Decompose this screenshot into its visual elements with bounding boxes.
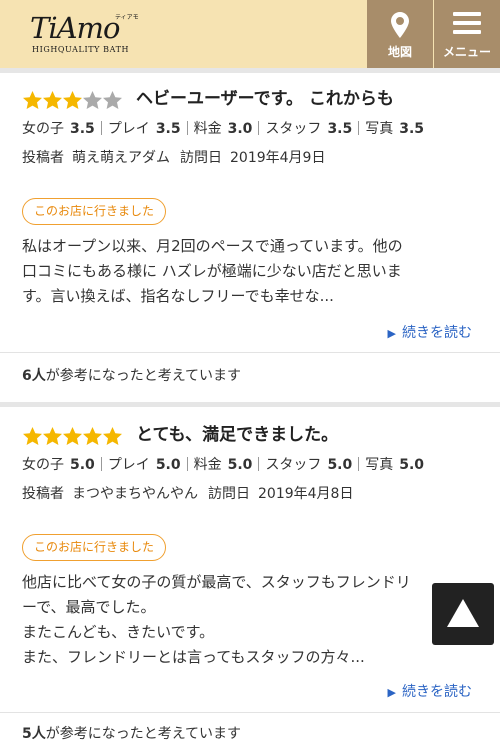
score-breakdown: 女の子 5.0 プレイ 5.0 料金 5.0 スタッフ 5.0 写真 5.0	[22, 456, 424, 474]
visited-badge: このお店に行きました	[22, 534, 167, 561]
review-body-line: 私はオープン以来、月2回のペースで通っています。他の	[22, 237, 403, 255]
score-play: プレイ 3.5	[107, 121, 181, 137]
star-filled-icon	[43, 91, 62, 109]
visit-label: 訪問日	[208, 486, 250, 502]
star-empty-icon	[83, 91, 102, 109]
review-card: ヘビーユーザーです。 これからも 女の子 3.5 プレイ 3.5 料金 3.0 スタッフ 3.…	[0, 89, 500, 400]
review-body: 私はオープン以来、月2回のペースで通っています。他の 口コミにもある様に ハズレ…	[22, 234, 472, 309]
divider	[0, 352, 500, 353]
score-girl: 女の子 3.5	[22, 121, 95, 137]
map-pin-icon	[391, 12, 409, 38]
score-staff: スタッフ 3.5	[265, 121, 353, 137]
map-button-label: 地図	[387, 45, 412, 59]
poster-name: 萌え萌えアダム	[72, 150, 170, 166]
poster-label: 投稿者	[22, 150, 64, 166]
divider	[0, 712, 500, 713]
score-staff: スタッフ 5.0	[265, 457, 353, 473]
visit-date: 2019年4月8日	[258, 486, 354, 502]
visit-label: 訪問日	[180, 150, 222, 166]
review-body-line: またこんども、きたいです。	[22, 623, 215, 641]
star-filled-icon	[43, 427, 62, 445]
site-header: TiAmo ティアモ HIGHQUALITY BATH 地図 メニュー	[0, 0, 500, 68]
review-title: ヘビーユーザーです。 これからも	[136, 89, 394, 109]
review-body-line: 他店に比べて女の子の質が最高で、スタッフもフレンドリ	[22, 573, 411, 591]
helpful-count: 5人が参考になったと考えています	[22, 726, 242, 742]
triangle-right-icon: ▶	[387, 686, 396, 699]
star-filled-icon	[83, 427, 102, 445]
hamburger-icon	[453, 12, 481, 34]
score-photo: 写真 3.5	[365, 121, 425, 137]
star-rating	[22, 426, 122, 448]
scroll-to-top-button[interactable]	[432, 583, 494, 645]
helpful-count: 6人が参考になったと考えています	[22, 368, 242, 384]
score-price: 料金 3.0	[193, 121, 253, 137]
header-divider	[0, 68, 500, 73]
visited-badge: このお店に行きました	[22, 198, 167, 225]
review-separator	[0, 402, 500, 407]
triangle-right-icon: ▶	[387, 327, 396, 340]
star-filled-icon	[63, 91, 82, 109]
review-body-line: また、フレンドリーとは言ってもスタッフの方々...	[22, 648, 365, 666]
menu-button-label: メニュー	[442, 45, 491, 59]
review-title: とても、満足できました。	[136, 425, 339, 445]
logo-kana: ティアモ	[115, 14, 139, 21]
logo-wordmark: TiAmo	[30, 11, 121, 45]
review-body: 他店に比べて女の子の質が最高で、スタッフもフレンドリ ーで、最高でした。 またこ…	[22, 570, 472, 670]
map-button[interactable]: 地図	[367, 0, 433, 68]
score-photo: 写真 5.0	[365, 457, 425, 473]
score-girl: 女の子 5.0	[22, 457, 95, 473]
review-body-line: す。言い換えば、指名なしフリーでも幸せな...	[22, 287, 334, 305]
poster-label: 投稿者	[22, 486, 64, 502]
poster-name: まつやまちやんやん	[72, 486, 198, 502]
star-filled-icon	[63, 427, 82, 445]
review-card: とても、満足できました。 女の子 5.0 プレイ 5.0 料金 5.0 スタッフ 5.0 写真 5…	[0, 425, 500, 746]
star-empty-icon	[103, 91, 122, 109]
visit-date: 2019年4月9日	[230, 150, 326, 166]
read-more-link[interactable]: ▶ 続きを読む	[388, 683, 472, 702]
review-meta: 投稿者 まつやまちやんやん 訪問日 2019年4月8日	[22, 485, 363, 503]
site-logo[interactable]: TiAmo ティアモ HIGHQUALITY BATH	[30, 12, 150, 58]
read-more-link[interactable]: ▶ 続きを読む	[388, 324, 472, 343]
star-rating	[22, 90, 122, 112]
review-meta: 投稿者 萌え萌えアダム 訪問日 2019年4月9日	[22, 149, 335, 167]
review-body-line: 口コミにもある様に ハズレが極端に少ない店だと思いま	[22, 262, 402, 280]
menu-button[interactable]: メニュー	[434, 0, 500, 68]
score-price: 料金 5.0	[193, 457, 253, 473]
review-body-line: ーで、最高でした。	[22, 598, 156, 616]
triangle-up-icon	[447, 599, 479, 627]
star-filled-icon	[23, 91, 42, 109]
score-play: プレイ 5.0	[107, 457, 181, 473]
star-filled-icon	[23, 427, 42, 445]
star-filled-icon	[103, 427, 122, 445]
score-breakdown: 女の子 3.5 プレイ 3.5 料金 3.0 スタッフ 3.5 写真 3.5	[22, 120, 424, 138]
logo-tagline: HIGHQUALITY BATH	[32, 45, 130, 54]
